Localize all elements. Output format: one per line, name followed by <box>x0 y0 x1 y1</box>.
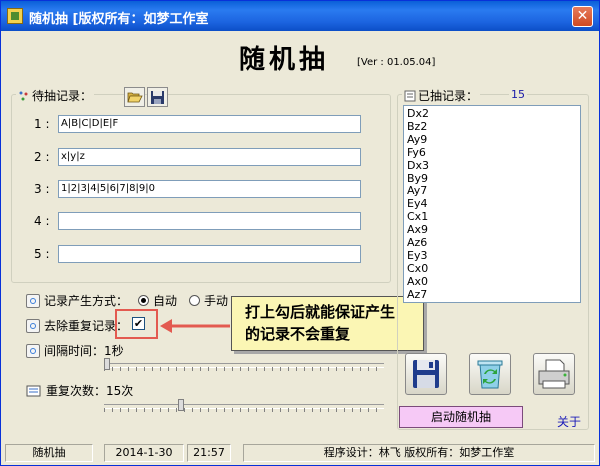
list-item[interactable]: Dx3 <box>407 159 580 173</box>
list-item[interactable]: Bz2 <box>407 120 580 134</box>
drawn-records-list[interactable]: Dx2 Bz2 Ay9 Fy6 Dx3 By9 Ay7 Ey4 Cx1 Ax9 Az6 Ey3 Cx0 A… <box>403 105 581 303</box>
callout-arrow <box>160 319 230 333</box>
list-item[interactable]: Az6 <box>407 236 580 250</box>
list-icon <box>404 90 416 101</box>
list-item[interactable]: Ey4 <box>407 197 580 211</box>
drawn-count: 15 <box>509 88 527 101</box>
floppy-icon <box>151 91 164 104</box>
page-title: 随机抽 <box>239 45 330 75</box>
dedupe-icon <box>26 318 40 333</box>
drawn-legend: 已抽记录： <box>402 87 481 104</box>
dedupe-row: 去除重复记录： <box>26 317 128 334</box>
open-folder-button[interactable] <box>124 87 145 107</box>
record-2-input[interactable]: x|y|z <box>58 148 361 166</box>
scatter-icon <box>19 91 28 100</box>
record-4-label: 4 : <box>34 214 50 228</box>
interval-label: 间隔时间：1秒 <box>44 344 124 358</box>
mode-auto-label[interactable]: 自动 <box>153 292 177 309</box>
record-4-input[interactable] <box>58 212 361 230</box>
list-item[interactable]: By9 <box>407 172 580 186</box>
printer-icon <box>538 359 570 389</box>
pending-legend-label: 待抽记录： <box>32 89 93 103</box>
about-link[interactable]: 关于 <box>557 413 581 430</box>
interval-slider[interactable] <box>104 358 384 372</box>
record-3-input[interactable]: 1|2|3|4|5|6|7|8|9|0 <box>58 180 361 198</box>
status-bar: 随机抽 2014-1-30 21:57 程序设计：林飞 版权所有：如梦工作室 <box>1 441 599 465</box>
record-1-input[interactable]: A|B|C|D|E|F <box>58 115 361 133</box>
list-item[interactable]: Dx2 <box>407 107 580 121</box>
floppy-disk-icon <box>413 360 439 388</box>
title-bar[interactable]: 随机抽 [版权所有：如梦工作室 ✕ <box>1 1 599 31</box>
list-item[interactable]: Cx1 <box>407 210 580 224</box>
save-button[interactable] <box>405 353 447 395</box>
save-records-button[interactable] <box>147 87 168 107</box>
status-time: 21:57 <box>187 444 231 462</box>
repeat-slider-ticks <box>104 408 384 412</box>
mode-manual-radio[interactable] <box>189 295 201 306</box>
dedupe-checkbox[interactable]: ✔ <box>132 317 145 330</box>
status-date: 2014-1-30 <box>104 444 184 462</box>
interval-icon <box>26 343 40 358</box>
drawn-legend-label: 已抽记录： <box>418 89 479 103</box>
list-item[interactable]: Ax0 <box>407 275 580 289</box>
list-item[interactable]: Fy6 <box>407 146 580 160</box>
repeat-slider-thumb[interactable] <box>178 399 184 411</box>
interval-slider-thumb[interactable] <box>104 358 110 370</box>
record-1-label: 1 : <box>34 117 50 131</box>
close-button[interactable]: ✕ <box>572 6 593 27</box>
mode-icon <box>26 293 40 308</box>
list-item[interactable]: Az7 <box>407 288 580 302</box>
mode-row: 记录产生方式： 自动 手动 <box>26 292 228 309</box>
record-2-label: 2 : <box>34 150 50 164</box>
repeat-label: 重复次数：15次 <box>46 384 134 398</box>
list-item[interactable]: Cx0 <box>407 262 580 276</box>
window-title: 随机抽 [版权所有：如梦工作室 <box>29 12 209 27</box>
interval-row: 间隔时间：1秒 <box>26 342 124 359</box>
open-folder-icon <box>127 92 143 103</box>
start-draw-button[interactable]: 启动随机抽 <box>399 406 523 428</box>
list-item[interactable]: Ax9 <box>407 223 580 237</box>
mode-manual-label[interactable]: 手动 <box>204 292 228 309</box>
list-item[interactable]: Ay7 <box>407 185 580 198</box>
mode-label: 记录产生方式： <box>44 294 129 308</box>
version-label: [Ver : 01.05.04] <box>357 57 436 68</box>
recycle-bin-button[interactable] <box>469 353 511 395</box>
repeat-slider[interactable] <box>104 399 384 413</box>
recycle-bin-icon <box>477 360 503 389</box>
status-app: 随机抽 <box>5 444 93 462</box>
mode-auto-radio[interactable] <box>138 295 150 306</box>
repeat-row: 重复次数：15次 <box>26 382 133 399</box>
annotation-callout: 打上勾后就能保证产生 的记录不会重复 <box>231 296 424 351</box>
record-3-label: 3 : <box>34 182 50 196</box>
list-item[interactable]: Ey3 <box>407 249 580 263</box>
print-button[interactable] <box>533 353 575 395</box>
list-item[interactable]: Ay9 <box>407 133 580 147</box>
interval-slider-ticks <box>104 367 384 371</box>
repeat-icon <box>26 385 41 396</box>
status-credit: 程序设计：林飞 版权所有：如梦工作室 <box>243 444 595 462</box>
pending-legend: 待抽记录： <box>16 87 95 104</box>
app-icon <box>7 8 23 24</box>
main-window: 随机抽 [版权所有：如梦工作室 ✕ 随机抽 [Ver : 01.05.04] 待… <box>0 0 600 466</box>
record-5-input[interactable] <box>58 245 361 263</box>
record-5-label: 5 : <box>34 247 50 261</box>
